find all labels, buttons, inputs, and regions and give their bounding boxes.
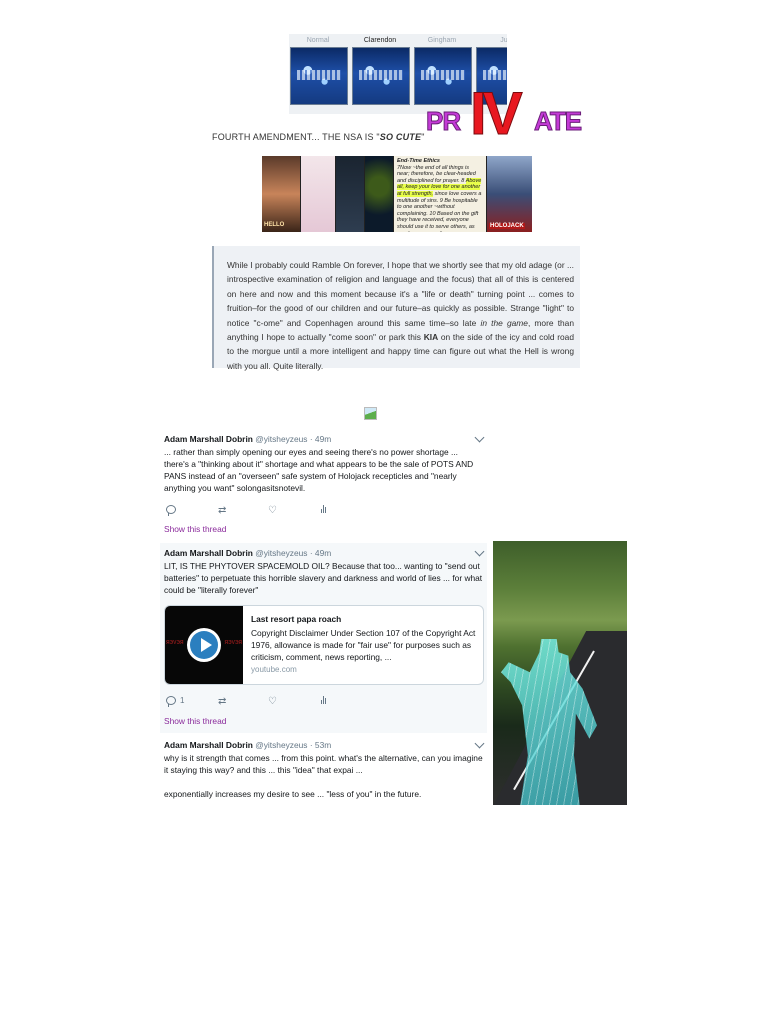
logo-ate: ATE xyxy=(533,106,582,137)
fourth-amendment-caption: FOURTH AMENDMENT... THE NSA IS "SO CUTE" xyxy=(212,132,425,142)
collage-dark-image xyxy=(336,156,364,232)
image-collage: HELLO End-Time Ethics 7Now ~the end of al… xyxy=(262,156,532,232)
card-thumbnail: ЯЭVЭЯ ЯЭVЭЯ xyxy=(165,606,243,684)
heart-icon: ♡ xyxy=(268,696,277,707)
tweet[interactable]: Adam Marshall Dobrin @yitsheyzeus · 53m … xyxy=(160,735,487,815)
analytics-button[interactable] xyxy=(320,505,328,513)
tweet-author-name[interactable]: Adam Marshall Dobrin xyxy=(164,548,253,558)
private-logo: PR IV ATE xyxy=(424,83,582,150)
analytics-icon xyxy=(320,505,328,513)
filter-normal[interactable]: Normal xyxy=(289,34,348,114)
analytics-button[interactable] xyxy=(320,696,328,704)
card-title: Last resort papa roach xyxy=(251,614,342,624)
filter-clarendon[interactable]: Clarendon xyxy=(351,34,410,114)
retweet-button[interactable]: ⇄ xyxy=(218,505,226,516)
chevron-down-icon[interactable] xyxy=(474,738,485,749)
reply-button[interactable]: 1 xyxy=(166,696,185,707)
tweet-time[interactable]: · 53m xyxy=(310,740,331,750)
collage-poster: HELLO xyxy=(262,156,300,232)
analytics-icon xyxy=(320,696,328,704)
reply-icon xyxy=(166,696,176,707)
tweet-handle[interactable]: @yitsheyzeus xyxy=(255,434,307,444)
collage-social-montage: HOLOJACK xyxy=(487,156,532,232)
tweet-header: Adam Marshall Dobrin @yitsheyzeus · 53m xyxy=(164,740,331,750)
filter-label: Clarendon xyxy=(363,37,397,44)
tweet-actions: 1 ⇄ ♡ xyxy=(164,696,364,710)
chevron-down-icon[interactable] xyxy=(474,546,485,557)
broken-image-icon xyxy=(364,407,377,420)
card-description: Copyright Disclaimer Under Section 107 o… xyxy=(251,628,476,662)
tweet-handle[interactable]: @yitsheyzeus xyxy=(255,548,307,558)
collage-space-image xyxy=(365,156,393,232)
tweet-author-name[interactable]: Adam Marshall Dobrin xyxy=(164,434,253,444)
tweet-time[interactable]: · 49m xyxy=(310,434,331,444)
quote-text: While I probably could Ramble On forever… xyxy=(227,260,574,371)
heart-icon: ♡ xyxy=(268,505,277,516)
filter-thumbnail xyxy=(352,47,410,105)
chevron-down-icon[interactable] xyxy=(474,432,485,443)
filter-label: Normal xyxy=(306,37,330,44)
tweet[interactable]: Adam Marshall Dobrin @yitsheyzeus · 49m … xyxy=(160,543,487,733)
show-thread-link[interactable]: Show this thread xyxy=(164,716,226,726)
tweet[interactable]: Adam Marshall Dobrin @yitsheyzeus · 49m … xyxy=(160,429,487,539)
like-button[interactable]: ♡ xyxy=(268,696,277,707)
tweet-time[interactable]: · 49m xyxy=(310,548,331,558)
reply-icon xyxy=(166,505,176,516)
retweet-icon: ⇄ xyxy=(218,505,227,516)
filter-label: Ju xyxy=(500,37,507,44)
statue-of-liberty-photo xyxy=(493,541,627,805)
tweet-actions: ⇄ ♡ xyxy=(164,505,364,519)
reply-button[interactable] xyxy=(166,505,176,516)
link-card[interactable]: ЯЭVЭЯ ЯЭVЭЯ Last resort papa roach Copyr… xyxy=(164,605,484,685)
quote-block: While I probably could Ramble On forever… xyxy=(212,246,580,371)
reply-count: 1 xyxy=(180,696,185,705)
play-icon[interactable] xyxy=(187,628,221,662)
tweet-header: Adam Marshall Dobrin @yitsheyzeus · 49m xyxy=(164,434,331,444)
logo-pr: PR xyxy=(425,106,461,137)
collage-anime-image xyxy=(301,156,335,232)
filter-thumbnail xyxy=(290,47,348,105)
collage-scripture-text: End-Time Ethics 7Now ~the end of all thin… xyxy=(394,156,486,232)
tweet-header: Adam Marshall Dobrin @yitsheyzeus · 49m xyxy=(164,548,331,558)
logo-iv: IV xyxy=(470,80,524,147)
like-button[interactable]: ♡ xyxy=(268,505,277,516)
card-url: youtube.com xyxy=(251,665,297,674)
tweet-text: ... rather than simply opening our eyes … xyxy=(164,447,474,493)
tweet-author-name[interactable]: Adam Marshall Dobrin xyxy=(164,740,253,750)
tweet-handle[interactable]: @yitsheyzeus xyxy=(255,740,307,750)
filter-label: Gingham xyxy=(427,37,457,44)
retweet-icon: ⇄ xyxy=(218,696,227,707)
tweet-text: why is it strength that comes ... from t… xyxy=(164,753,483,799)
show-thread-link[interactable]: Show this thread xyxy=(164,524,226,534)
tweet-text: LIT, IS THE PHYTOVER SPACEMOLD OIL? Beca… xyxy=(164,561,483,595)
retweet-button[interactable]: ⇄ xyxy=(218,696,226,707)
